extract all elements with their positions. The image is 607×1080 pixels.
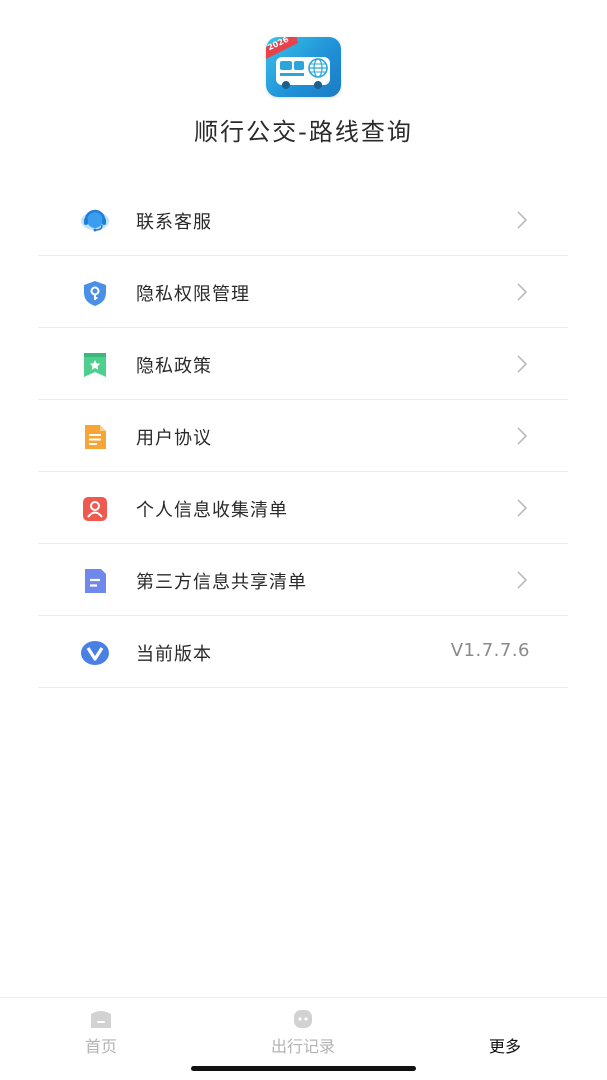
menu-item-current-version[interactable]: 当前版本 V1.7.7.6 (38, 616, 568, 688)
chevron-right-icon (517, 499, 528, 517)
app-header: 2026 顺行公交-路线查询 (0, 0, 607, 190)
document-icon (85, 425, 106, 449)
tab-home[interactable]: 首页 (0, 998, 202, 1080)
tab-label: 出行记录 (270, 1037, 335, 1056)
travel-record-icon (294, 1010, 312, 1028)
menu-item-label: 隐私权限管理 (136, 284, 250, 305)
chevron-right-icon (517, 427, 528, 445)
tab-more[interactable]: 更多 (404, 998, 606, 1080)
tab-label: 更多 (488, 1037, 521, 1056)
customer-service-headset-icon (81, 209, 109, 232)
home-indicator (191, 1066, 416, 1071)
menu-item-label: 第三方信息共享清单 (136, 572, 307, 593)
menu-item-user-agreement[interactable]: 用户协议 (38, 400, 568, 472)
settings-menu: 联系客服 隐私权限管理 隐私政策 用户协议 个人信息收集清单 第三方信息共享清单… (38, 184, 568, 688)
chevron-right-icon (517, 283, 528, 301)
shield-key-icon (84, 281, 106, 306)
menu-item-label: 隐私政策 (136, 356, 212, 377)
menu-item-label: 当前版本 (136, 644, 212, 665)
menu-item-label: 用户协议 (136, 428, 212, 449)
menu-item-customer-service[interactable]: 联系客服 (38, 184, 568, 256)
version-value: V1.7.7.6 (450, 640, 530, 661)
tab-label: 首页 (84, 1037, 117, 1056)
chevron-right-icon (517, 571, 528, 589)
chevron-right-icon (517, 355, 528, 373)
chevron-right-icon (517, 211, 528, 229)
version-v-icon (81, 641, 109, 665)
menu-item-third-party-sharing[interactable]: 第三方信息共享清单 (38, 544, 568, 616)
file-lines-icon (85, 569, 106, 593)
bookmark-star-icon (84, 353, 106, 377)
user-card-icon (83, 497, 107, 521)
menu-item-privacy-policy[interactable]: 隐私政策 (38, 328, 568, 400)
menu-item-privacy-permissions[interactable]: 隐私权限管理 (38, 256, 568, 328)
app-title: 顺行公交-路线查询 (194, 118, 413, 146)
app-logo: 2026 (266, 37, 341, 97)
menu-item-label: 联系客服 (136, 212, 212, 233)
menu-item-personal-info-list[interactable]: 个人信息收集清单 (38, 472, 568, 544)
menu-item-label: 个人信息收集清单 (136, 500, 288, 521)
home-bus-icon (91, 1011, 111, 1028)
